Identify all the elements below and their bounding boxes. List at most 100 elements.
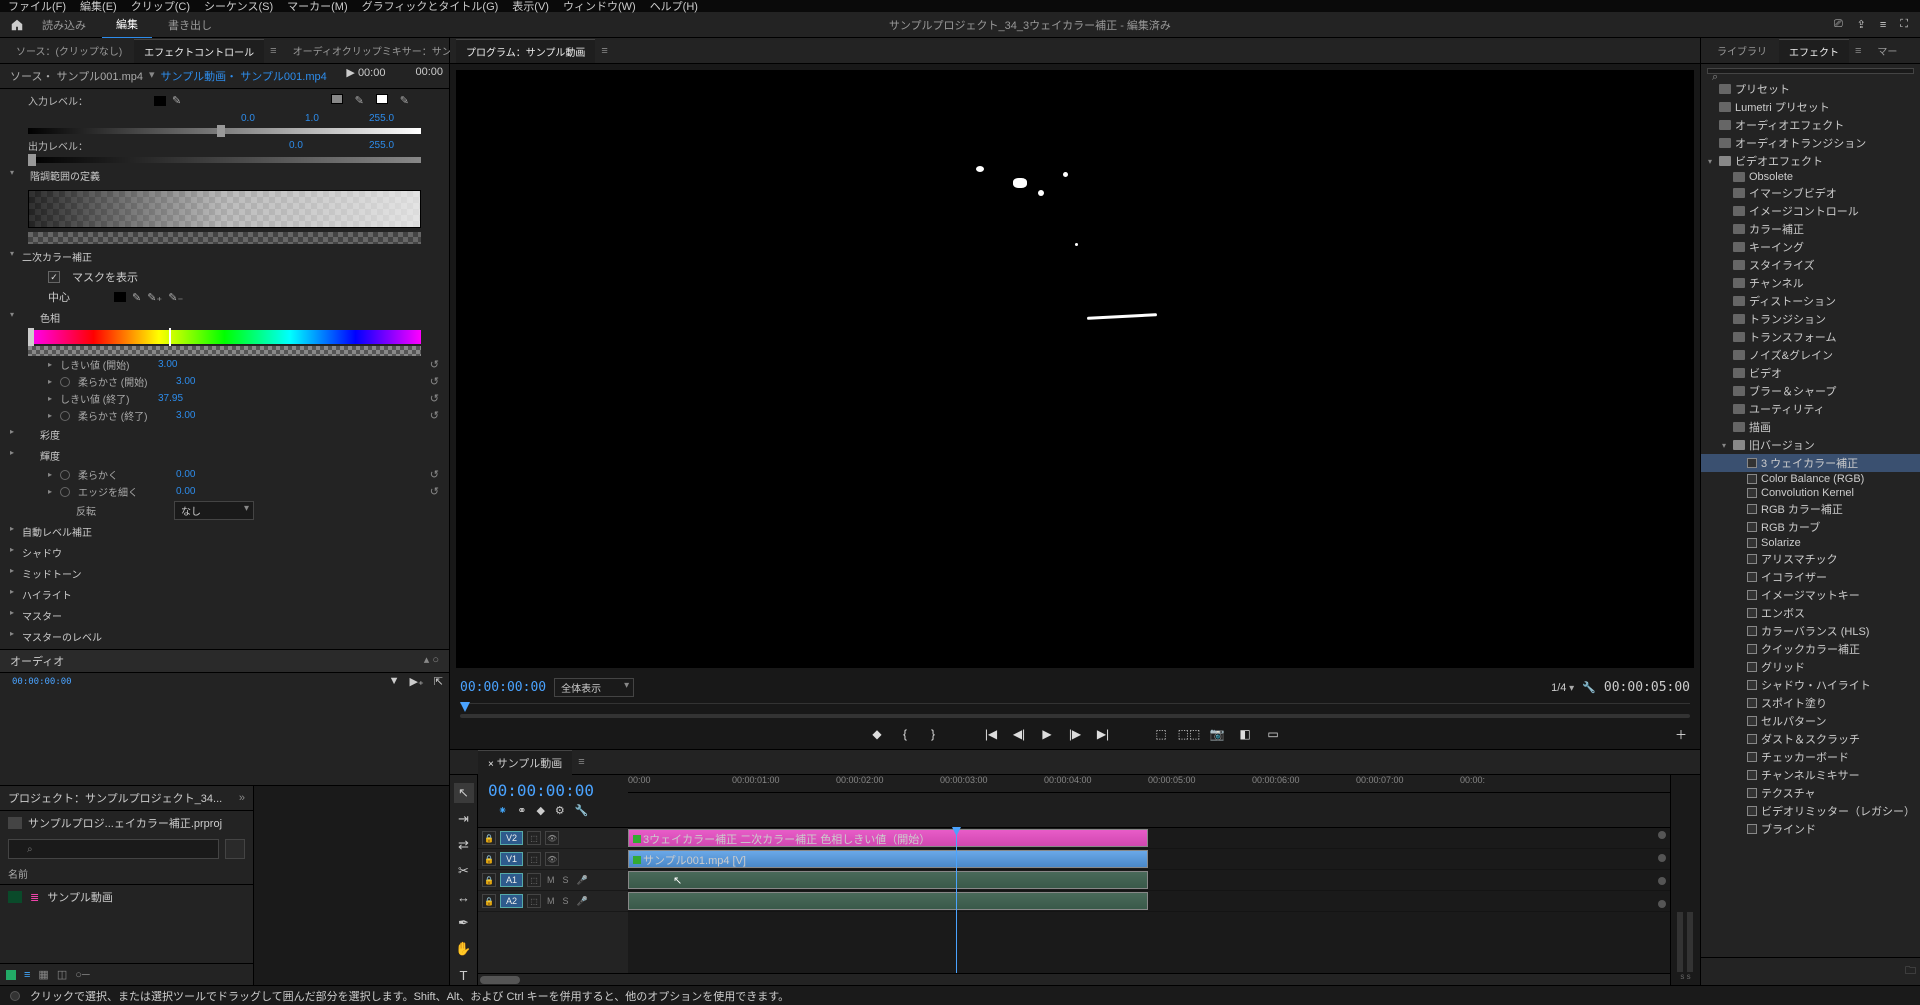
- auto-levels-section[interactable]: 自動レベル補正: [0, 521, 449, 542]
- effect-folder-item[interactable]: イマーシブビデオ: [1701, 184, 1920, 202]
- center-swatch[interactable]: [114, 292, 126, 302]
- effect-preset-item[interactable]: Convolution Kernel: [1701, 486, 1920, 500]
- play-only-icon[interactable]: ▶₊: [410, 675, 424, 689]
- program-scrubber[interactable]: [460, 703, 1690, 717]
- track-output-a1[interactable]: [1658, 877, 1666, 885]
- color-label-icon[interactable]: [6, 970, 16, 980]
- effects-search-input[interactable]: [1707, 68, 1914, 74]
- project-item-sequence[interactable]: ≣ サンプル動画: [0, 885, 253, 909]
- panel-menu-icon[interactable]: ≡: [597, 45, 611, 57]
- effect-folder-item[interactable]: プリセット: [1701, 80, 1920, 98]
- effect-folder-item[interactable]: Lumetri プリセット: [1701, 98, 1920, 116]
- add-marker-button[interactable]: ◆: [868, 725, 886, 743]
- effect-preset-item[interactable]: テクスチャ: [1701, 784, 1920, 802]
- lift-button[interactable]: ⬚: [1152, 725, 1170, 743]
- workspace-menu-icon[interactable]: ≡: [1880, 19, 1886, 31]
- output-level-slider[interactable]: [28, 157, 421, 163]
- track-head-a1[interactable]: 🔒A1⬚MS🎤: [478, 870, 628, 891]
- step-back-button[interactable]: ◀|: [1010, 725, 1028, 743]
- eyedropper-icon[interactable]: ✎: [400, 94, 409, 107]
- tab-markers[interactable]: マー: [1867, 39, 1907, 62]
- tab-libraries[interactable]: ライブラリ: [1707, 39, 1777, 62]
- freeform-view-icon[interactable]: ◫: [57, 968, 67, 981]
- export-frame-button[interactable]: 📷: [1208, 725, 1226, 743]
- menu-help[interactable]: ヘルプ(H): [650, 0, 698, 14]
- keyframe-toggle[interactable]: [60, 411, 70, 421]
- effect-folder-item[interactable]: ディストーション: [1701, 292, 1920, 310]
- tonal-histogram[interactable]: [28, 190, 421, 228]
- workspace-import[interactable]: 読み込み: [28, 12, 100, 38]
- eyedropper-icon[interactable]: ✎: [355, 94, 364, 107]
- home-icon[interactable]: [8, 16, 26, 34]
- settings-icon[interactable]: ⚙: [555, 804, 565, 817]
- clip-audio-a1[interactable]: ↖: [628, 871, 1148, 889]
- resolution-dropdown[interactable]: 1/4: [1551, 682, 1566, 694]
- highlights-section[interactable]: ハイライト: [0, 584, 449, 605]
- mark-in-button[interactable]: {: [896, 725, 914, 743]
- selection-tool[interactable]: ↖: [454, 783, 474, 803]
- saturation-section[interactable]: 彩度: [0, 424, 449, 445]
- track-output-v2[interactable]: [1658, 831, 1666, 839]
- timeline-zoom-scrollbar[interactable]: [478, 973, 1670, 985]
- project-search-input[interactable]: [8, 839, 219, 859]
- effect-folder-item[interactable]: ビデオ: [1701, 364, 1920, 382]
- reset-icon[interactable]: ↺: [430, 392, 439, 405]
- project-col-name[interactable]: 名前: [0, 863, 253, 885]
- play-button[interactable]: ▶: [1038, 725, 1056, 743]
- effect-folder-item[interactable]: 描画: [1701, 418, 1920, 436]
- tab-program[interactable]: プログラム：サンプル動画: [456, 39, 595, 63]
- keyframe-toggle[interactable]: [60, 377, 70, 387]
- menu-marker[interactable]: マーカー(M): [287, 0, 348, 14]
- keyframe-toggle[interactable]: [60, 470, 70, 480]
- settings-icon[interactable]: 🔧: [1582, 681, 1596, 694]
- effect-folder-item[interactable]: トランジション: [1701, 310, 1920, 328]
- luma-section[interactable]: 輝度: [0, 445, 449, 466]
- out-black-val[interactable]: 0.0: [289, 140, 329, 151]
- effect-folder-item[interactable]: ユーティリティ: [1701, 400, 1920, 418]
- effect-preset-item[interactable]: ダスト＆スクラッチ: [1701, 730, 1920, 748]
- white-swatch[interactable]: [376, 94, 388, 104]
- safe-margins-button[interactable]: ▭: [1264, 725, 1282, 743]
- zoom-dropdown[interactable]: 全体表示: [554, 678, 634, 697]
- menu-window[interactable]: ウィンドウ(W): [563, 0, 636, 14]
- soft-end-val[interactable]: 3.00: [176, 410, 195, 421]
- effect-preset-item[interactable]: クイックカラー補正: [1701, 640, 1920, 658]
- track-output-a2[interactable]: [1658, 900, 1666, 908]
- thresh-end-val[interactable]: 37.95: [158, 393, 183, 404]
- track-output-v1[interactable]: [1658, 854, 1666, 862]
- razor-tool[interactable]: ✂: [454, 861, 474, 881]
- playhead[interactable]: [956, 828, 957, 973]
- effect-preset-item[interactable]: Color Balance (RGB): [1701, 472, 1920, 486]
- program-timecode[interactable]: 00:00:00:00: [460, 680, 546, 695]
- marker-toggle[interactable]: ◆: [536, 804, 544, 817]
- linked-selection-toggle[interactable]: ⚭: [517, 804, 526, 817]
- panel-menu-icon[interactable]: ≡: [266, 45, 280, 57]
- export-icon[interactable]: ⇱: [434, 675, 443, 689]
- effect-preset-item[interactable]: RGB カーブ: [1701, 518, 1920, 536]
- black-swatch[interactable]: [154, 96, 166, 106]
- effect-folder-item[interactable]: スタイライズ: [1701, 256, 1920, 274]
- icon-view-icon[interactable]: ▦: [38, 968, 48, 981]
- panel-menu-icon[interactable]: ≡: [1851, 45, 1865, 57]
- menu-graphics[interactable]: グラフィックとタイトル(G): [362, 0, 499, 14]
- keyframe-toggle[interactable]: [60, 487, 70, 497]
- menu-bar[interactable]: ファイル(F) 編集(E) クリップ(C) シーケンス(S) マーカー(M) グ…: [0, 0, 1920, 12]
- pen-tool[interactable]: ✒: [454, 913, 474, 933]
- eyedropper-plus-icon[interactable]: ✎₊: [147, 291, 162, 304]
- eyedropper-minus-icon[interactable]: ✎₋: [168, 291, 183, 304]
- effect-preset-item[interactable]: シャドウ・ハイライト: [1701, 676, 1920, 694]
- master-levels-section[interactable]: マスターのレベル: [0, 626, 449, 647]
- reset-icon[interactable]: ↺: [430, 485, 439, 498]
- go-to-out-button[interactable]: ▶|: [1094, 725, 1112, 743]
- track-head-a2[interactable]: 🔒A2⬚MS🎤: [478, 891, 628, 912]
- effect-preset-item[interactable]: イコライザー: [1701, 568, 1920, 586]
- effect-folder-item[interactable]: Obsolete: [1701, 170, 1920, 184]
- timeline-timecode[interactable]: 00:00:00:00: [488, 781, 618, 800]
- effect-folder-item[interactable]: カラー補正: [1701, 220, 1920, 238]
- effect-folder-item[interactable]: ブラー＆シャープ: [1701, 382, 1920, 400]
- effect-preset-item[interactable]: セルパターン: [1701, 712, 1920, 730]
- menu-view[interactable]: 表示(V): [512, 0, 549, 14]
- reset-icon[interactable]: ↺: [430, 468, 439, 481]
- gray-swatch[interactable]: [331, 94, 343, 104]
- effect-preset-item[interactable]: カラーバランス (HLS): [1701, 622, 1920, 640]
